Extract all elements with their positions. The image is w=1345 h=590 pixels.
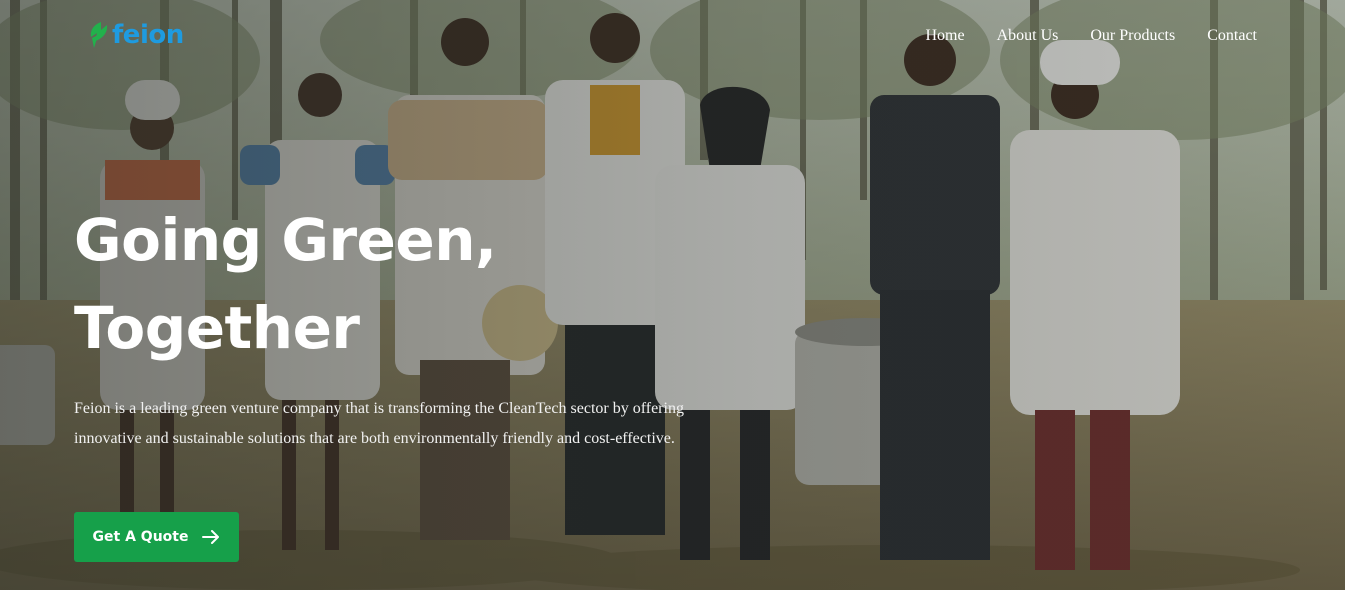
get-a-quote-button[interactable]: Get A Quote [74, 512, 239, 562]
hero-section: feion Home About Us Our Products Contact… [0, 0, 1345, 590]
nav-item-contact[interactable]: Contact [1207, 24, 1257, 48]
brand-logo[interactable]: feion [88, 18, 184, 52]
main-navigation: Home About Us Our Products Contact [925, 24, 1257, 48]
brand-name: feion [112, 20, 184, 50]
nav-item-our-products[interactable]: Our Products [1090, 24, 1175, 48]
leaf-bolt-icon [90, 22, 108, 48]
nav-item-about-us[interactable]: About Us [997, 24, 1059, 48]
get-a-quote-label: Get A Quote [92, 529, 189, 545]
hero-title-line-1: Going Green, [74, 206, 497, 274]
hero-title-line-2: Together [74, 294, 360, 362]
arrow-right-icon [202, 530, 220, 544]
hero-description: Feion is a leading green venture company… [74, 400, 684, 447]
hero-title: Going Green, Together [74, 196, 634, 372]
nav-item-home[interactable]: Home [925, 24, 964, 48]
